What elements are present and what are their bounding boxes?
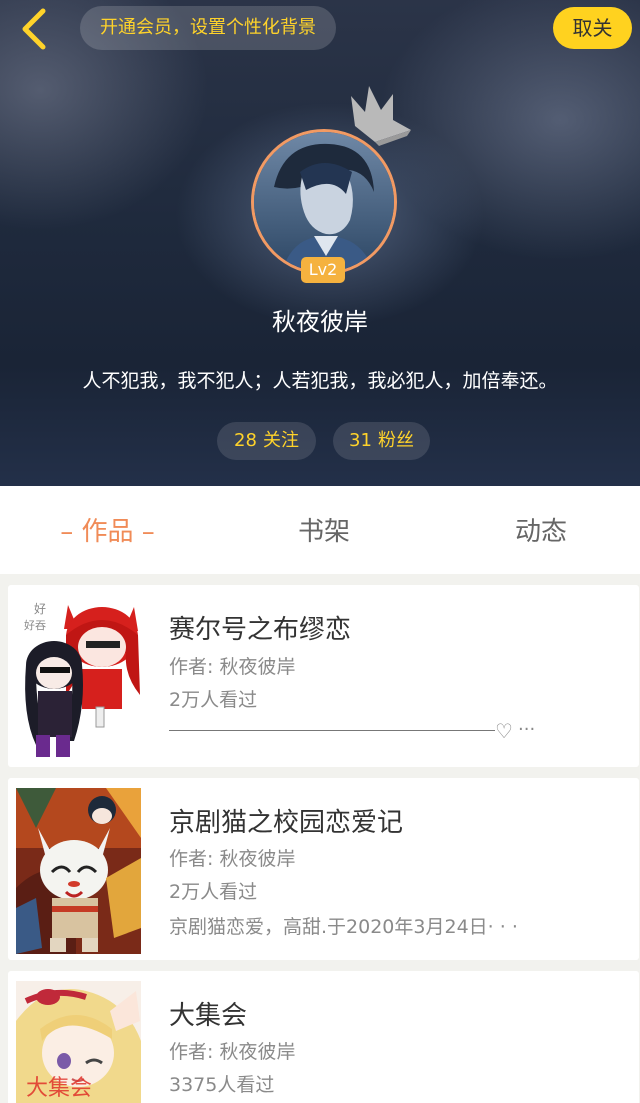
tab-bookshelf[interactable]: 书架 [270, 486, 378, 574]
chevron-left-icon [22, 8, 46, 50]
back-button[interactable] [14, 6, 54, 52]
work-views: 2万人看过 [169, 881, 258, 903]
profile-tabs: – 作品 – 书架 动态 [0, 486, 640, 574]
work-cover: 大集会 [16, 981, 141, 1103]
following-label: 关注 [262, 430, 299, 451]
unfollow-button[interactable]: 取关 [553, 7, 632, 49]
followers-number: 31 [349, 430, 372, 451]
work-title: 赛尔号之布缪恋 [169, 615, 352, 645]
work-card[interactable]: 好 好吞 赛尔号之布缪恋 作者: 秋夜彼岸 2万人看过 ♡ ··· [8, 585, 639, 767]
work-card[interactable]: 大集会 大集会 作者: 秋夜彼岸 3375人看过 [8, 971, 639, 1103]
work-card[interactable]: 京剧猫之校园恋爱记 作者: 秋夜彼岸 2万人看过 京剧猫恋爱，高甜.于2020年… [8, 778, 639, 960]
avatar-image [254, 132, 394, 272]
following-count[interactable]: 28 关注 [217, 422, 316, 460]
vip-background-prompt[interactable]: 开通会员，设置个性化背景 [80, 6, 336, 50]
tab-works[interactable]: – 作品 – [30, 486, 185, 574]
more-icon[interactable]: ··· [518, 719, 535, 740]
work-views: 3375人看过 [169, 1074, 275, 1096]
work-title: 京剧猫之校园恋爱记 [169, 808, 404, 838]
profile-header: 开通会员，设置个性化背景 取关 Lv2 秋夜彼岸 人不犯我，我不犯人；人若犯我，… [0, 0, 640, 486]
work-description: 京剧猫恋爱，高甜.于2020年3月24日· · · [169, 916, 518, 938]
work-author: 作者: 秋夜彼岸 [169, 848, 296, 870]
description-divider [169, 730, 495, 731]
work-views: 2万人看过 [169, 689, 258, 711]
svg-text:大集会: 大集会 [26, 1076, 92, 1101]
avatar[interactable] [251, 129, 397, 275]
work-cover: 好 好吞 [16, 595, 141, 761]
work-author: 作者: 秋夜彼岸 [169, 656, 296, 678]
work-cover [16, 788, 141, 954]
heart-icon[interactable]: ♡ [495, 719, 513, 743]
username: 秋夜彼岸 [272, 308, 368, 336]
followers-count[interactable]: 31 粉丝 [333, 422, 430, 460]
followers-label: 粉丝 [377, 430, 414, 451]
svg-text:好吞: 好吞 [24, 618, 46, 632]
svg-text:好: 好 [34, 602, 46, 616]
work-title: 大集会 [169, 1001, 248, 1031]
level-badge: Lv2 [301, 257, 345, 283]
following-number: 28 [234, 430, 257, 451]
user-signature: 人不犯我，我不犯人；人若犯我，我必犯人，加倍奉还。 [82, 370, 558, 392]
work-author: 作者: 秋夜彼岸 [169, 1041, 296, 1063]
tab-activity[interactable]: 动态 [486, 486, 596, 574]
